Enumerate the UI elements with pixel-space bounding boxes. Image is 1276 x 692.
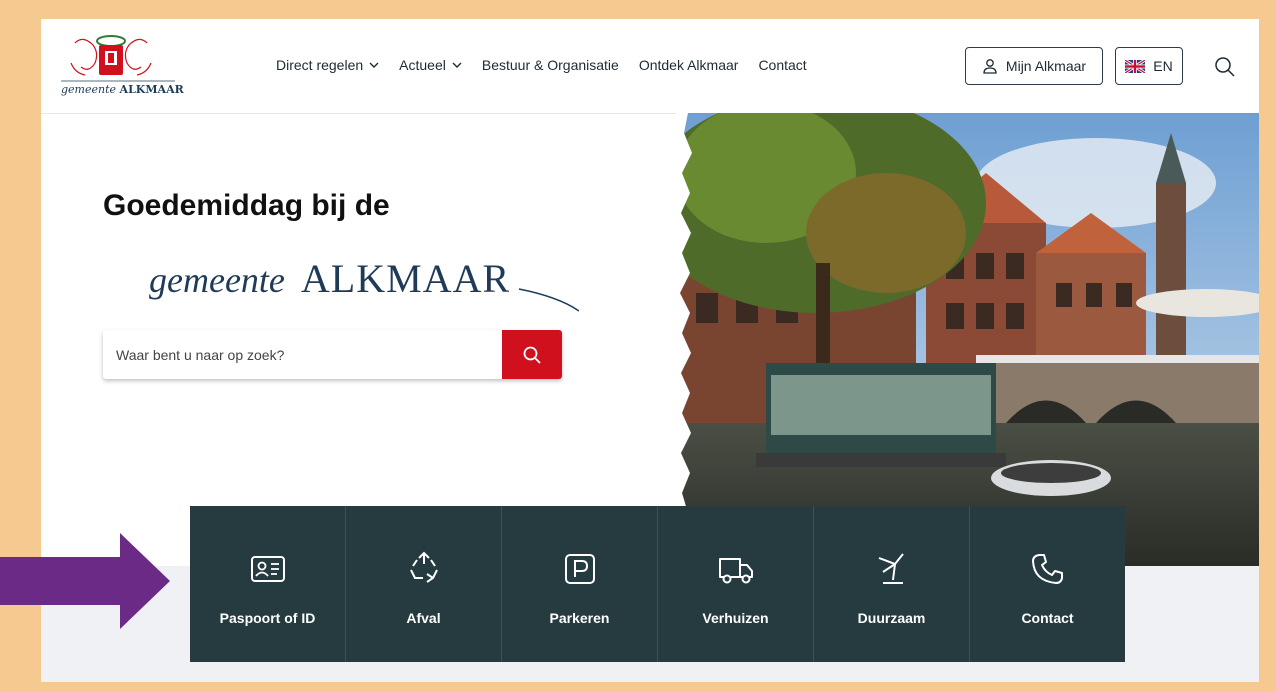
hero-search-button[interactable] [502, 330, 562, 379]
language-button[interactable]: EN [1115, 47, 1183, 85]
search-icon[interactable] [1213, 55, 1237, 79]
search-icon [523, 346, 541, 364]
wind-turbine-icon [878, 553, 904, 584]
logo[interactable]: gemeente ALKMAAR [55, 33, 191, 107]
logo-wordmark: gemeente ALKMAAR [61, 83, 184, 96]
nav-label: Actueel [399, 57, 446, 73]
nav-label: Bestuur & Organisatie [481, 57, 619, 73]
hero-greeting: Goedemiddag bij de [103, 189, 390, 222]
hero-photo-canal [676, 113, 1259, 566]
quick-links: Paspoort of ID Afval Parkeren Verhuizen … [190, 506, 1125, 662]
nav-item-ontdek-alkmaar[interactable]: Ontdek Alkmaar [639, 57, 739, 73]
quick-link-paspoort[interactable]: Paspoort of ID [190, 506, 346, 662]
quick-link-afval[interactable]: Afval [346, 506, 502, 662]
phone-icon [1031, 554, 1063, 584]
recycle-icon [409, 551, 438, 583]
id-card-icon [250, 556, 285, 582]
page: gemeente ALKMAAR Direct regelen Actueel … [41, 19, 1259, 682]
quick-link-label: Afval [406, 610, 441, 626]
truck-icon [718, 558, 753, 584]
nav-item-contact[interactable]: Contact [758, 57, 806, 73]
language-label: EN [1153, 58, 1173, 74]
site-header: gemeente ALKMAAR Direct regelen Actueel … [41, 19, 1259, 114]
quick-link-duurzaam[interactable]: Duurzaam [814, 506, 970, 662]
logo-word-gemeente: gemeente [61, 83, 117, 96]
nav-label: Ontdek Alkmaar [638, 57, 739, 73]
logo-word-alkmaar: ALKMAAR [119, 83, 184, 96]
quick-link-label: Parkeren [549, 610, 610, 626]
hero-search-input[interactable] [103, 330, 501, 379]
quick-link-label: Contact [1021, 610, 1074, 626]
quick-link-label: Paspoort of ID [219, 610, 316, 626]
quick-link-label: Duurzaam [857, 610, 926, 626]
nav-label: Direct regelen [276, 57, 364, 73]
mijn-alkmaar-button[interactable]: Mijn Alkmaar [965, 47, 1103, 85]
hero-search [103, 330, 562, 379]
nav-item-actueel[interactable]: Actueel [399, 57, 462, 73]
parking-icon [564, 554, 595, 584]
uk-flag-icon [1125, 59, 1146, 73]
nav-label: Contact [758, 57, 807, 73]
user-icon [983, 59, 997, 74]
brand-swash [518, 288, 579, 312]
nav-item-bestuur-organisatie[interactable]: Bestuur & Organisatie [482, 57, 619, 73]
annotation-arrow [0, 533, 170, 629]
mijn-alkmaar-label: Mijn Alkmaar [1005, 58, 1087, 74]
chevron-down-icon [452, 62, 462, 68]
nav-item-direct-regelen[interactable]: Direct regelen [276, 57, 379, 73]
quick-link-verhuizen[interactable]: Verhuizen [658, 506, 814, 662]
chevron-down-icon [369, 62, 379, 68]
quick-link-label: Verhuizen [702, 610, 769, 626]
main-nav: Direct regelen Actueel Bestuur & Organis… [276, 57, 807, 73]
quick-link-contact[interactable]: Contact [970, 506, 1125, 662]
quick-link-parkeren[interactable]: Parkeren [502, 506, 658, 662]
